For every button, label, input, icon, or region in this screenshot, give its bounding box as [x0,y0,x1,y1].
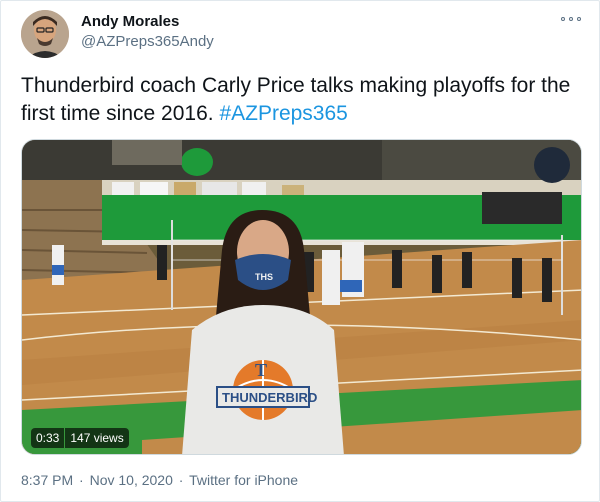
dot [569,17,573,21]
video-frame: THS T THUNDERBIRD [22,140,581,454]
dot [577,17,581,21]
author-block[interactable]: Andy Morales @AZPreps365Andy [81,12,214,51]
separator: · [79,472,84,488]
dot [561,17,565,21]
author-avatar[interactable] [21,10,69,58]
shirt-letter: T [255,360,267,380]
video-duration: 0:33 [31,428,65,448]
shirt-text: THUNDERBIRD [222,390,317,405]
mask-text: THS [255,272,273,282]
separator: · [178,472,184,488]
author-handle[interactable]: @AZPreps365Andy [81,32,214,51]
more-options-icon[interactable] [561,13,581,25]
tweet-meta: 8:37 PM · Nov 10, 2020 · Twitter for iPh… [21,471,298,489]
tweet-text: Thunderbird coach Carly Price talks maki… [21,72,581,128]
author-name[interactable]: Andy Morales [81,12,214,31]
hashtag-link[interactable]: #AZPreps365 [219,102,347,125]
tweet-card: Andy Morales @AZPreps365Andy Thunderbird… [0,0,600,502]
tweet-time[interactable]: 8:37 PM [21,472,73,488]
video-player[interactable]: THS T THUNDERBIRD [21,139,582,455]
video-stats: 0:33 147 views [31,428,129,448]
tweet-date[interactable]: Nov 10, 2020 [90,472,173,488]
video-view-count: 147 views [65,428,129,448]
tweet-source[interactable]: Twitter for iPhone [189,472,298,488]
